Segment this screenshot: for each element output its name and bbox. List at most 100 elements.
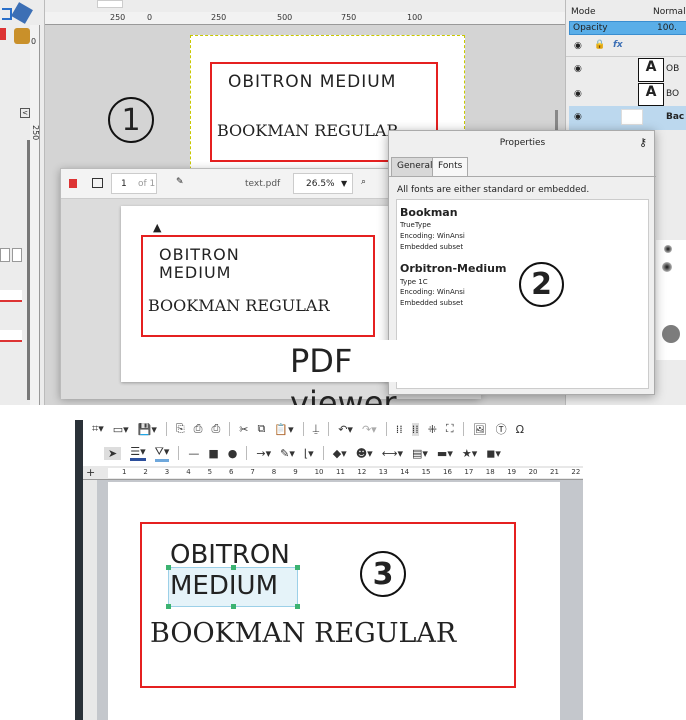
- search-icon[interactable]: ⌕: [361, 177, 366, 187]
- brush-icon[interactable]: [662, 262, 672, 272]
- clone-formatting-icon[interactable]: ⍊: [313, 422, 320, 436]
- zoom-dropdown[interactable]: 26.5% ▼: [293, 173, 353, 194]
- mode-dropdown[interactable]: Normal: [653, 7, 686, 17]
- pdf-viewer-caption: PDF viewer: [286, 340, 464, 405]
- mode-label: Mode: [571, 7, 596, 17]
- symbol-shapes-icon[interactable]: ☻▾: [356, 447, 373, 460]
- font-embedded: Embedded subset: [400, 299, 464, 307]
- brush-icon[interactable]: [664, 245, 672, 253]
- eye-icon[interactable]: ◉: [574, 112, 582, 122]
- helplines-icon[interactable]: ⁜: [428, 423, 437, 436]
- font-type: Type 1C: [400, 278, 428, 286]
- lock-icon[interactable]: 🔒: [594, 40, 605, 50]
- select-icon[interactable]: ➤: [104, 446, 122, 460]
- flowchart-icon[interactable]: ▤▾: [412, 447, 428, 460]
- zoom-page-icon[interactable]: ⛶: [446, 422, 454, 436]
- text-layer-thumbnail-icon: A: [638, 58, 664, 82]
- callout-icon[interactable]: ▬▾: [437, 447, 453, 460]
- fx-icon[interactable]: fx: [613, 40, 623, 50]
- layer-row-selected[interactable]: ◉ Bac: [569, 106, 686, 130]
- clone-tool-icon[interactable]: [14, 28, 30, 44]
- block-arrows-icon[interactable]: ⟷▾: [382, 447, 403, 460]
- key-icon[interactable]: ⚷: [639, 136, 647, 149]
- line-icon[interactable]: —: [188, 447, 199, 460]
- marker-2: 2: [519, 262, 564, 307]
- pdf-icon: [69, 179, 77, 188]
- paste-icon[interactable]: 📋▾: [274, 423, 293, 436]
- copy-icon[interactable]: ⧉: [258, 422, 266, 436]
- slider[interactable]: [0, 330, 22, 342]
- special-char-icon[interactable]: Ω: [516, 423, 524, 436]
- crop-tool-icon[interactable]: [2, 8, 12, 20]
- ruler-label: 2: [143, 468, 148, 476]
- ruler-label: 250: [31, 125, 40, 141]
- slider[interactable]: [0, 290, 22, 302]
- canvas-text-bookman[interactable]: BOOKMAN REGULAR: [217, 121, 398, 140]
- basic-shapes-icon[interactable]: ◆▾: [333, 447, 347, 460]
- drawing-toolbar: ➤ ☰▾ ⛛▾ — ■ ● →▾ ✎▾ ⌊▾ ◆▾ ☻▾ ⟷▾ ▤▾ ▬▾ ★▾ ◼▾: [104, 442, 586, 464]
- star-icon[interactable]: ★▾: [462, 447, 477, 460]
- line-color-icon[interactable]: ☰▾: [130, 445, 146, 461]
- horizontal-ruler: + 1 2 3 4 5 6 7 8 9 10 11 12 13 14 15 16 17 18 19 20 21 22: [83, 466, 583, 480]
- draw-text-obitron[interactable]: OBITRON: [170, 540, 290, 571]
- resize-handle[interactable]: [166, 604, 171, 609]
- draw-text-bookman[interactable]: BOOKMAN REGULAR: [150, 618, 456, 649]
- ruler-label: 4: [186, 468, 191, 476]
- brush-icon[interactable]: [662, 325, 680, 343]
- snap-grid-icon[interactable]: ⁞⁞: [411, 422, 419, 436]
- transform-tool-icon[interactable]: [11, 2, 33, 24]
- resize-handle[interactable]: [231, 604, 236, 609]
- pencil-tool-icon[interactable]: [0, 28, 6, 40]
- opacity-slider[interactable]: Opacity 100.: [569, 21, 686, 35]
- open-icon[interactable]: ▭▾: [113, 423, 129, 436]
- save-icon[interactable]: 💾▾: [138, 423, 157, 436]
- export-pdf-icon[interactable]: ⎙: [194, 422, 203, 436]
- undo-icon[interactable]: ↶▾: [338, 423, 353, 436]
- cut-icon[interactable]: ✂: [239, 423, 248, 436]
- divider: [389, 176, 656, 177]
- collapse-icon[interactable]: <: [20, 108, 30, 118]
- ruler-origin-icon: +: [86, 466, 96, 479]
- sidebar-toggle-icon[interactable]: [92, 178, 103, 188]
- size-field[interactable]: [0, 248, 10, 262]
- rectangle-icon[interactable]: ■: [208, 447, 218, 460]
- layer-row[interactable]: ◉ A BO: [566, 83, 686, 106]
- new-icon[interactable]: ⌗▾: [92, 422, 104, 436]
- ruler-label: 12: [357, 468, 367, 476]
- pdf-text-obitron: OBITRON MEDIUM: [159, 245, 240, 282]
- canvas-text-obitron[interactable]: OBITRON MEDIUM: [228, 72, 396, 92]
- draw-text-medium[interactable]: MEDIUM: [170, 571, 278, 602]
- ruler-label: 8: [271, 468, 277, 476]
- resize-handle[interactable]: [295, 604, 300, 609]
- eye-icon[interactable]: ◉: [574, 89, 582, 99]
- textbox-icon[interactable]: Ⓣ: [496, 421, 507, 437]
- ellipse-icon[interactable]: ●: [228, 447, 238, 460]
- pencil-icon[interactable]: ✎: [176, 177, 184, 187]
- export-icon[interactable]: ⎘: [176, 422, 185, 436]
- ruler-label: 7: [250, 468, 255, 476]
- visibility-icon[interactable]: ◉: [574, 41, 582, 51]
- resize-handle[interactable]: [295, 565, 300, 570]
- image-thumbnail[interactable]: [97, 0, 123, 8]
- tab-fonts[interactable]: Fonts: [432, 157, 469, 177]
- brushes-panel[interactable]: [656, 240, 686, 360]
- pdf-text-bookman: BOOKMAN REGULAR: [148, 296, 330, 315]
- ruler-label: 18: [485, 468, 495, 476]
- eye-icon[interactable]: ◉: [574, 64, 582, 74]
- 3d-object-icon[interactable]: ◼▾: [486, 447, 501, 460]
- print-icon[interactable]: ⎙: [211, 422, 220, 436]
- curve-icon[interactable]: ✎▾: [280, 447, 295, 460]
- redo-icon[interactable]: ↷▾: [362, 423, 377, 436]
- font-name: Orbitron-Medium: [400, 262, 507, 275]
- page-number-field[interactable]: 1 of 1: [111, 173, 157, 194]
- arrow-icon[interactable]: →▾: [256, 447, 271, 460]
- ruler-label: 1: [122, 468, 127, 476]
- ruler-label: 15: [421, 468, 431, 476]
- grid-icon[interactable]: ⁞⁞: [396, 423, 403, 436]
- ruler-label: 9: [293, 468, 298, 476]
- connector-icon[interactable]: ⌊▾: [304, 447, 314, 460]
- image-icon[interactable]: 🖼: [473, 423, 487, 436]
- layer-row[interactable]: ◉ A OB: [566, 57, 686, 83]
- chain-icon[interactable]: [12, 248, 22, 262]
- fill-color-icon[interactable]: ⛛▾: [154, 445, 170, 462]
